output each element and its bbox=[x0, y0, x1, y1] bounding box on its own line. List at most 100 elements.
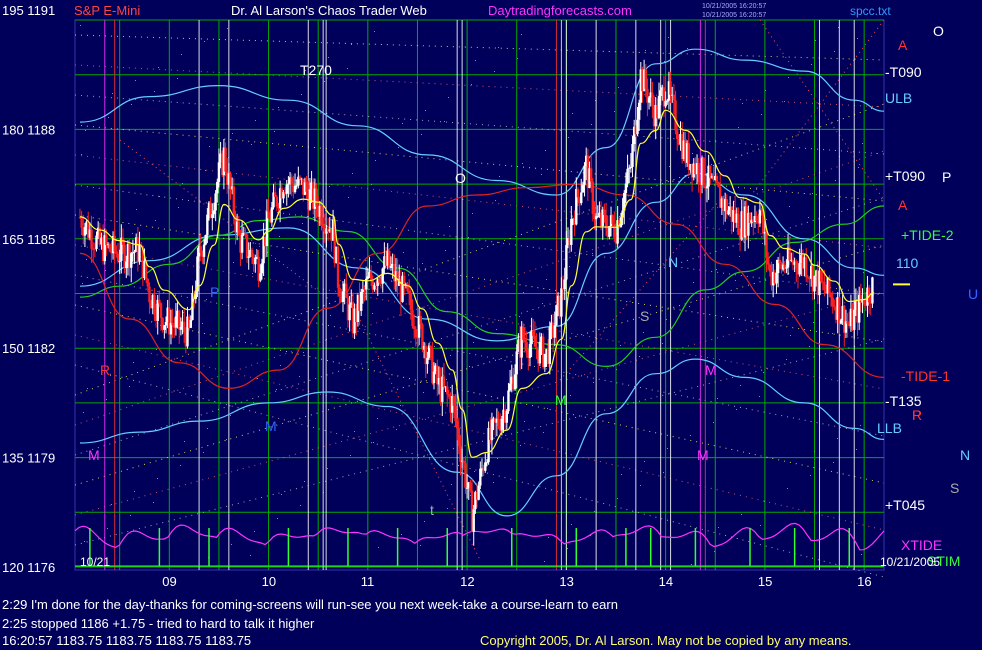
speck bbox=[108, 117, 109, 118]
speck bbox=[153, 502, 154, 503]
speck bbox=[209, 146, 210, 147]
price-body bbox=[95, 235, 98, 250]
speck bbox=[420, 545, 421, 546]
speck bbox=[304, 481, 305, 482]
speck bbox=[568, 137, 569, 138]
right-label: U bbox=[968, 286, 978, 302]
speck bbox=[156, 349, 157, 350]
price-body bbox=[146, 279, 149, 287]
speck bbox=[664, 61, 665, 62]
price-body bbox=[345, 283, 348, 298]
inline-label: M bbox=[555, 392, 567, 408]
speck bbox=[835, 180, 836, 181]
speck bbox=[548, 537, 549, 538]
price-body bbox=[798, 263, 801, 275]
speck bbox=[279, 236, 280, 237]
price-body bbox=[130, 253, 133, 268]
speck bbox=[711, 164, 712, 165]
price-body bbox=[432, 371, 436, 384]
speck bbox=[373, 442, 374, 443]
speck bbox=[810, 475, 811, 476]
price-body bbox=[447, 394, 451, 397]
price-body bbox=[565, 245, 568, 280]
speck bbox=[666, 319, 667, 320]
speck bbox=[499, 176, 500, 177]
speck bbox=[80, 25, 81, 26]
y-tick-label: 165 1185 bbox=[2, 232, 55, 247]
speck bbox=[570, 395, 571, 396]
price-body bbox=[174, 316, 178, 328]
chaos-trader-chart: 120 1176 135 1179 150 1182 165 1185 180 1188… bbox=[0, 0, 982, 650]
price-body bbox=[80, 217, 83, 228]
price-body bbox=[583, 166, 586, 185]
speck bbox=[498, 47, 499, 48]
price-body bbox=[199, 246, 202, 253]
right-label: S bbox=[950, 480, 959, 496]
speck bbox=[524, 421, 525, 422]
footer-line-2: 2:25 stopped 1186 +1.75 - tried to hard … bbox=[2, 616, 315, 631]
speck bbox=[787, 488, 788, 489]
speck bbox=[423, 392, 424, 393]
speck bbox=[692, 153, 693, 154]
speck bbox=[135, 80, 136, 81]
speck bbox=[497, 458, 498, 459]
speck bbox=[764, 501, 765, 502]
price-body bbox=[446, 386, 449, 395]
speck bbox=[639, 356, 640, 357]
price-body bbox=[522, 326, 525, 340]
speck bbox=[327, 468, 328, 469]
price-body bbox=[538, 341, 542, 364]
inline-label: A bbox=[898, 197, 908, 213]
price-body bbox=[669, 81, 672, 95]
price-body bbox=[290, 177, 293, 185]
price-body bbox=[293, 186, 297, 193]
price-body bbox=[737, 213, 740, 235]
price-body bbox=[624, 183, 628, 193]
price-body bbox=[823, 281, 826, 291]
speck bbox=[716, 269, 717, 270]
speck bbox=[300, 505, 301, 506]
price-body bbox=[515, 351, 518, 375]
price-body bbox=[839, 320, 843, 324]
speck bbox=[571, 524, 572, 525]
price-body bbox=[336, 246, 340, 288]
price-body bbox=[717, 182, 720, 188]
top-left-value: 195 1191 bbox=[2, 3, 55, 18]
speck bbox=[206, 299, 207, 300]
price-body bbox=[267, 211, 270, 219]
speck bbox=[422, 263, 423, 264]
speck bbox=[252, 273, 253, 274]
price-body bbox=[298, 176, 302, 180]
speck bbox=[763, 372, 764, 373]
price-body bbox=[672, 94, 676, 101]
speck bbox=[572, 113, 573, 114]
right-label: +TIDE-2 bbox=[901, 227, 954, 243]
site-link[interactable]: Daytradingforecasts.com bbox=[488, 3, 632, 18]
price-body bbox=[507, 390, 510, 412]
speck bbox=[449, 226, 450, 227]
price-body bbox=[409, 293, 413, 310]
speck bbox=[617, 498, 618, 499]
speck bbox=[230, 415, 231, 416]
price-body bbox=[525, 342, 528, 353]
price-body bbox=[189, 319, 193, 328]
speck bbox=[833, 462, 834, 463]
price-body bbox=[805, 257, 808, 278]
inline-label: M bbox=[88, 447, 100, 463]
speck bbox=[496, 329, 497, 330]
price-body bbox=[153, 295, 156, 315]
right-label: 110 bbox=[896, 255, 919, 271]
speck bbox=[402, 123, 403, 124]
price-body bbox=[659, 90, 662, 97]
speck bbox=[299, 376, 300, 377]
speck bbox=[131, 104, 132, 105]
speck bbox=[690, 435, 691, 436]
speck bbox=[760, 525, 761, 526]
speck bbox=[278, 107, 279, 108]
speck bbox=[619, 216, 620, 217]
price-body bbox=[378, 278, 381, 283]
speck bbox=[159, 196, 160, 197]
speck bbox=[87, 388, 88, 389]
speck bbox=[329, 186, 330, 187]
speck bbox=[493, 482, 494, 483]
